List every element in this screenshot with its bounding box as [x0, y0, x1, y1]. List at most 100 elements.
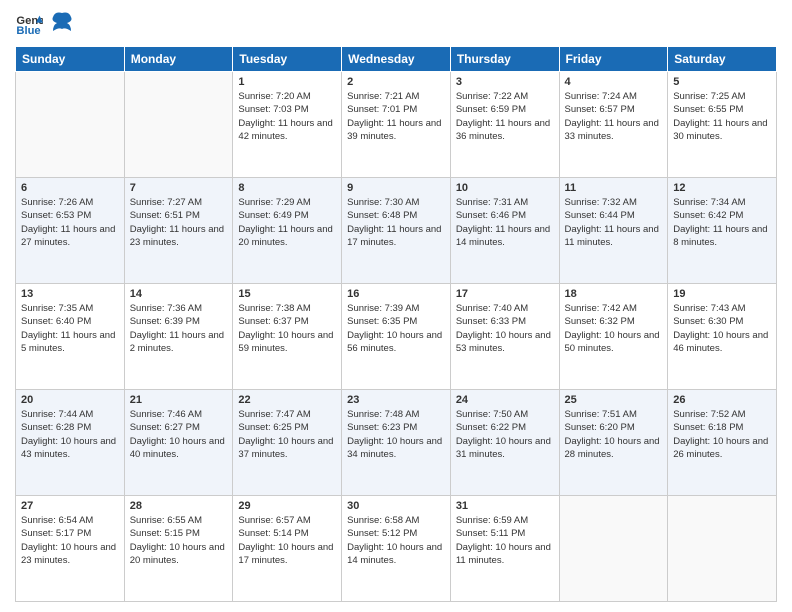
calendar-cell: 25 Sunrise: 7:51 AMSunset: 6:20 PMDayligh…	[559, 390, 668, 496]
weekday-header-sunday: Sunday	[16, 47, 125, 72]
day-number: 21	[130, 394, 228, 406]
day-number: 23	[347, 394, 445, 406]
day-number: 25	[565, 394, 663, 406]
calendar-cell: 23 Sunrise: 7:48 AMSunset: 6:23 PMDayligh…	[342, 390, 451, 496]
day-number: 16	[347, 288, 445, 300]
day-info: Sunrise: 7:40 AMSunset: 6:33 PMDaylight:…	[456, 302, 554, 355]
day-number: 27	[21, 500, 119, 512]
calendar-cell: 31Sunrise: 6:59 AMSunset: 5:11 PMDayligh…	[450, 496, 559, 602]
day-info: Sunrise: 7:46 AMSunset: 6:27 PMDaylight:…	[130, 408, 228, 461]
weekday-header-saturday: Saturday	[668, 47, 777, 72]
day-number: 10	[456, 182, 554, 194]
day-number: 6	[21, 182, 119, 194]
day-info: Sunrise: 7:22 AMSunset: 6:59 PMDaylight:…	[456, 90, 554, 143]
calendar-cell: 29 Sunrise: 6:57 AMSunset: 5:14 PMDayligh…	[233, 496, 342, 602]
calendar-cell: 19 Sunrise: 7:43 AMSunset: 6:30 PMDayligh…	[668, 284, 777, 390]
calendar-cell: 1 Sunrise: 7:20 AMSunset: 7:03 PMDaylight…	[233, 72, 342, 178]
calendar-cell: 10 Sunrise: 7:31 AMSunset: 6:46 PMDayligh…	[450, 178, 559, 284]
svg-text:Blue: Blue	[16, 25, 40, 37]
day-number: 1	[238, 76, 336, 88]
day-number: 29	[238, 500, 336, 512]
day-info: Sunrise: 7:39 AMSunset: 6:35 PMDaylight:…	[347, 302, 445, 355]
day-info: Sunrise: 7:32 AMSunset: 6:44 PMDaylight:…	[565, 196, 663, 249]
calendar-cell: 30Sunrise: 6:58 AMSunset: 5:12 PMDayligh…	[342, 496, 451, 602]
calendar-cell: 24 Sunrise: 7:50 AMSunset: 6:22 PMDayligh…	[450, 390, 559, 496]
calendar-cell: 16 Sunrise: 7:39 AMSunset: 6:35 PMDayligh…	[342, 284, 451, 390]
calendar-cell: 14Sunrise: 7:36 AMSunset: 6:39 PMDayligh…	[124, 284, 233, 390]
day-number: 5	[673, 76, 771, 88]
calendar-cell: 28 Sunrise: 6:55 AMSunset: 5:15 PMDayligh…	[124, 496, 233, 602]
day-number: 24	[456, 394, 554, 406]
day-number: 20	[21, 394, 119, 406]
day-info: Sunrise: 6:58 AMSunset: 5:12 PMDaylight:…	[347, 514, 445, 567]
calendar-cell: 26Sunrise: 7:52 AMSunset: 6:18 PMDayligh…	[668, 390, 777, 496]
day-number: 9	[347, 182, 445, 194]
day-info: Sunrise: 6:57 AMSunset: 5:14 PMDaylight:…	[238, 514, 336, 567]
weekday-header-thursday: Thursday	[450, 47, 559, 72]
calendar-cell: 20 Sunrise: 7:44 AMSunset: 6:28 PMDayligh…	[16, 390, 125, 496]
calendar-cell	[668, 496, 777, 602]
day-info: Sunrise: 7:24 AMSunset: 6:57 PMDaylight:…	[565, 90, 663, 143]
day-info: Sunrise: 7:20 AMSunset: 7:03 PMDaylight:…	[238, 90, 336, 143]
calendar-cell: 27 Sunrise: 6:54 AMSunset: 5:17 PMDayligh…	[16, 496, 125, 602]
day-info: Sunrise: 6:54 AMSunset: 5:17 PMDaylight:…	[21, 514, 119, 567]
logo: General Blue	[15, 10, 73, 38]
day-info: Sunrise: 7:48 AMSunset: 6:23 PMDaylight:…	[347, 408, 445, 461]
day-info: Sunrise: 7:42 AMSunset: 6:32 PMDaylight:…	[565, 302, 663, 355]
day-info: Sunrise: 7:31 AMSunset: 6:46 PMDaylight:…	[456, 196, 554, 249]
calendar-cell: 7 Sunrise: 7:27 AMSunset: 6:51 PMDaylight…	[124, 178, 233, 284]
day-info: Sunrise: 7:43 AMSunset: 6:30 PMDaylight:…	[673, 302, 771, 355]
day-info: Sunrise: 7:30 AMSunset: 6:48 PMDaylight:…	[347, 196, 445, 249]
day-number: 7	[130, 182, 228, 194]
calendar-cell: 17 Sunrise: 7:40 AMSunset: 6:33 PMDayligh…	[450, 284, 559, 390]
calendar-cell: 8Sunrise: 7:29 AMSunset: 6:49 PMDaylight…	[233, 178, 342, 284]
week-row-2: 6 Sunrise: 7:26 AMSunset: 6:53 PMDaylight…	[16, 178, 777, 284]
calendar-cell: 11 Sunrise: 7:32 AMSunset: 6:44 PMDayligh…	[559, 178, 668, 284]
week-row-5: 27 Sunrise: 6:54 AMSunset: 5:17 PMDayligh…	[16, 496, 777, 602]
calendar-cell	[16, 72, 125, 178]
calendar-table: SundayMondayTuesdayWednesdayThursdayFrid…	[15, 46, 777, 602]
day-number: 28	[130, 500, 228, 512]
day-info: Sunrise: 7:50 AMSunset: 6:22 PMDaylight:…	[456, 408, 554, 461]
day-number: 3	[456, 76, 554, 88]
day-number: 18	[565, 288, 663, 300]
day-number: 12	[673, 182, 771, 194]
day-number: 19	[673, 288, 771, 300]
day-number: 17	[456, 288, 554, 300]
weekday-header-monday: Monday	[124, 47, 233, 72]
day-info: Sunrise: 7:21 AMSunset: 7:01 PMDaylight:…	[347, 90, 445, 143]
day-info: Sunrise: 7:52 AMSunset: 6:18 PMDaylight:…	[673, 408, 771, 461]
header: General Blue	[15, 10, 777, 38]
logo-icon: General Blue	[15, 10, 43, 38]
day-info: Sunrise: 7:47 AMSunset: 6:25 PMDaylight:…	[238, 408, 336, 461]
calendar-cell: 4 Sunrise: 7:24 AMSunset: 6:57 PMDaylight…	[559, 72, 668, 178]
calendar-cell: 22 Sunrise: 7:47 AMSunset: 6:25 PMDayligh…	[233, 390, 342, 496]
week-row-4: 20 Sunrise: 7:44 AMSunset: 6:28 PMDayligh…	[16, 390, 777, 496]
calendar-cell: 5 Sunrise: 7:25 AMSunset: 6:55 PMDaylight…	[668, 72, 777, 178]
day-info: Sunrise: 7:25 AMSunset: 6:55 PMDaylight:…	[673, 90, 771, 143]
day-info: Sunrise: 7:44 AMSunset: 6:28 PMDaylight:…	[21, 408, 119, 461]
weekday-header-wednesday: Wednesday	[342, 47, 451, 72]
day-info: Sunrise: 7:38 AMSunset: 6:37 PMDaylight:…	[238, 302, 336, 355]
day-number: 15	[238, 288, 336, 300]
day-number: 13	[21, 288, 119, 300]
calendar-cell: 3 Sunrise: 7:22 AMSunset: 6:59 PMDaylight…	[450, 72, 559, 178]
calendar-cell: 15 Sunrise: 7:38 AMSunset: 6:37 PMDayligh…	[233, 284, 342, 390]
calendar-cell	[559, 496, 668, 602]
day-number: 4	[565, 76, 663, 88]
calendar-cell: 13Sunrise: 7:35 AMSunset: 6:40 PMDayligh…	[16, 284, 125, 390]
calendar-cell: 21 Sunrise: 7:46 AMSunset: 6:27 PMDayligh…	[124, 390, 233, 496]
day-number: 11	[565, 182, 663, 194]
day-number: 2	[347, 76, 445, 88]
day-number: 22	[238, 394, 336, 406]
page: General Blue SundayMondayTuesdayWednesda…	[0, 0, 792, 612]
day-info: Sunrise: 7:51 AMSunset: 6:20 PMDaylight:…	[565, 408, 663, 461]
day-number: 14	[130, 288, 228, 300]
calendar-cell: 6 Sunrise: 7:26 AMSunset: 6:53 PMDaylight…	[16, 178, 125, 284]
day-number: 31	[456, 500, 554, 512]
day-info: Sunrise: 7:27 AMSunset: 6:51 PMDaylight:…	[130, 196, 228, 249]
day-info: Sunrise: 6:55 AMSunset: 5:15 PMDaylight:…	[130, 514, 228, 567]
calendar-cell	[124, 72, 233, 178]
day-info: Sunrise: 7:26 AMSunset: 6:53 PMDaylight:…	[21, 196, 119, 249]
day-number: 8	[238, 182, 336, 194]
